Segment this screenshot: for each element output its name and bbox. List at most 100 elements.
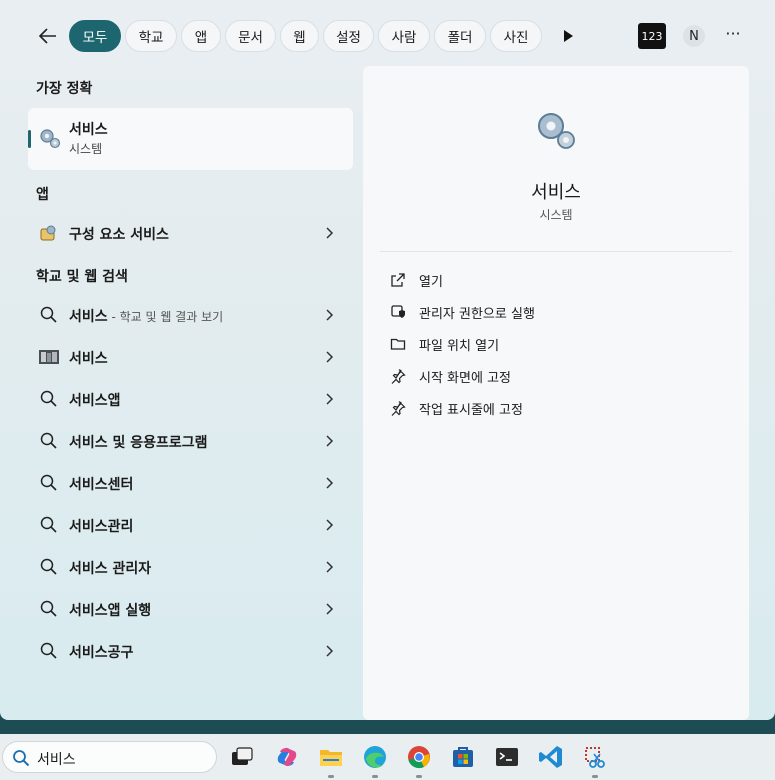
web-result-label: 서비스 관리자	[69, 561, 152, 577]
search-panel: 모두 학교 앱 문서 웹 설정 사람 폴더 사진 123 N ··· 가장 정확…	[0, 0, 775, 720]
search-icon	[40, 432, 57, 449]
best-match-item[interactable]: 서비스 시스템	[28, 108, 353, 170]
running-indicator	[372, 775, 378, 778]
search-icon	[40, 516, 57, 533]
search-icon	[40, 642, 57, 659]
task-view-icon[interactable]	[228, 743, 256, 771]
tab-photos[interactable]: 사진	[490, 20, 542, 52]
chevron-right-icon[interactable]	[325, 560, 335, 574]
copilot-icon[interactable]	[273, 743, 301, 771]
tab-documents[interactable]: 문서	[225, 20, 276, 52]
tab-school[interactable]: 학교	[125, 20, 177, 52]
web-result-label: 서비스관리	[69, 519, 134, 535]
web-result-item[interactable]: 서비스앱 실행	[28, 589, 353, 629]
taskbar-search-box[interactable]: 서비스	[2, 741, 217, 773]
search-icon	[40, 558, 57, 575]
best-match-name: 서비스	[69, 122, 108, 138]
chevron-right-icon[interactable]	[325, 644, 335, 658]
services-gear-icon	[40, 129, 61, 149]
best-match-heading: 가장 정확	[36, 81, 93, 97]
action-pin-to-start[interactable]: 시작 화면에 고정	[390, 364, 511, 388]
back-arrow-icon[interactable]	[38, 26, 58, 46]
web-result-label: 서비스	[69, 351, 108, 367]
web-result-item[interactable]: 서비스 및 응용프로그램	[28, 421, 353, 461]
chevron-right-icon[interactable]	[325, 434, 335, 448]
chevron-right-icon[interactable]	[325, 350, 335, 364]
chevron-right-icon[interactable]	[325, 602, 335, 616]
search-icon	[40, 390, 57, 407]
avatar[interactable]: N	[683, 25, 705, 47]
chevron-right-icon[interactable]	[325, 308, 335, 322]
vscode-icon[interactable]	[537, 743, 565, 771]
action-open-label: 열기	[419, 274, 443, 290]
web-result-label: 서비스공구	[69, 645, 134, 661]
app-result-label: 구성 요소 서비스	[69, 227, 169, 243]
tab-settings[interactable]: 설정	[323, 20, 374, 52]
filter-bar: 모두 학교 앱 문서 웹 설정 사람 폴더 사진 123 N ···	[0, 20, 775, 52]
services-gear-icon	[538, 113, 575, 149]
search-icon	[40, 600, 57, 617]
web-result-item[interactable]: 서비스	[28, 337, 353, 377]
web-result-item[interactable]: 서비스 관리자	[28, 547, 353, 587]
thumbnail-image-icon	[39, 350, 59, 364]
folder-icon	[390, 338, 406, 350]
preview-pane: 서비스 시스템 열기 관리자 권한으로 실행 파일 위치 열기 시작 화면에 고…	[363, 66, 749, 720]
running-indicator	[328, 775, 334, 778]
action-pin-to-start-label: 시작 화면에 고정	[419, 370, 511, 386]
tab-folders[interactable]: 폴더	[434, 20, 486, 52]
tab-all[interactable]: 모두	[69, 20, 121, 52]
chrome-icon[interactable]	[405, 743, 433, 778]
search-icon	[13, 750, 30, 767]
best-match-type: 시스템	[69, 142, 103, 156]
app-result-item[interactable]: 구성 요소 서비스	[28, 213, 353, 253]
tab-web[interactable]: 웹	[280, 20, 319, 52]
tab-people[interactable]: 사람	[378, 20, 430, 52]
web-result-label: 서비스앱	[69, 393, 121, 409]
file-explorer-icon[interactable]	[317, 743, 345, 778]
search-icon	[40, 474, 57, 491]
web-result-item[interactable]: 서비스앱	[28, 379, 353, 419]
open-external-icon	[391, 273, 405, 287]
component-services-icon	[40, 225, 56, 241]
apps-heading: 앱	[36, 187, 49, 203]
chevron-right-icon[interactable]	[325, 476, 335, 490]
chevron-right-icon[interactable]	[325, 392, 335, 406]
preview-title: 서비스	[531, 182, 581, 203]
snipping-tool-icon[interactable]	[581, 743, 609, 778]
more-options-icon[interactable]: ···	[723, 24, 743, 44]
web-result-label: 서비스 - 학교 및 웹 결과 보기	[69, 309, 224, 325]
shield-icon	[391, 305, 405, 318]
web-result-label: 서비스센터	[69, 477, 134, 493]
action-pin-to-taskbar[interactable]: 작업 표시줄에 고정	[390, 396, 523, 420]
action-open-file-location-label: 파일 위치 열기	[419, 338, 500, 354]
action-run-as-admin-label: 관리자 권한으로 실행	[419, 306, 535, 322]
action-run-as-admin[interactable]: 관리자 권한으로 실행	[390, 300, 535, 324]
tab-apps[interactable]: 앱	[181, 20, 221, 52]
running-indicator	[592, 775, 598, 778]
divider	[380, 251, 732, 252]
terminal-icon[interactable]	[493, 743, 521, 771]
search-icon	[40, 306, 57, 323]
action-open-file-location[interactable]: 파일 위치 열기	[390, 332, 499, 356]
chevron-right-icon[interactable]	[325, 226, 335, 240]
pin-icon	[391, 369, 406, 384]
web-search-heading: 학교 및 웹 검색	[36, 269, 128, 285]
web-result-label: 서비스 및 응용프로그램	[69, 435, 208, 451]
taskbar-search-text: 서비스	[37, 752, 76, 768]
web-result-item[interactable]: 서비스공구	[28, 631, 353, 671]
web-result-label: 서비스앱 실행	[69, 603, 152, 619]
action-pin-to-taskbar-label: 작업 표시줄에 고정	[419, 402, 523, 418]
selection-indicator	[28, 130, 31, 148]
badge-123[interactable]: 123	[638, 23, 666, 49]
running-indicator	[416, 775, 422, 778]
web-result-item[interactable]: 서비스센터	[28, 463, 353, 503]
web-result-item[interactable]: 서비스 - 학교 및 웹 결과 보기	[28, 295, 353, 335]
edge-icon[interactable]	[361, 743, 389, 778]
web-result-item[interactable]: 서비스관리	[28, 505, 353, 545]
preview-subtitle: 시스템	[539, 208, 573, 222]
action-open[interactable]: 열기	[390, 268, 443, 292]
chevron-right-icon[interactable]	[325, 518, 335, 532]
store-icon[interactable]	[449, 743, 477, 771]
taskbar: 서비스	[0, 734, 775, 780]
more-tabs-play-icon[interactable]	[560, 28, 576, 44]
